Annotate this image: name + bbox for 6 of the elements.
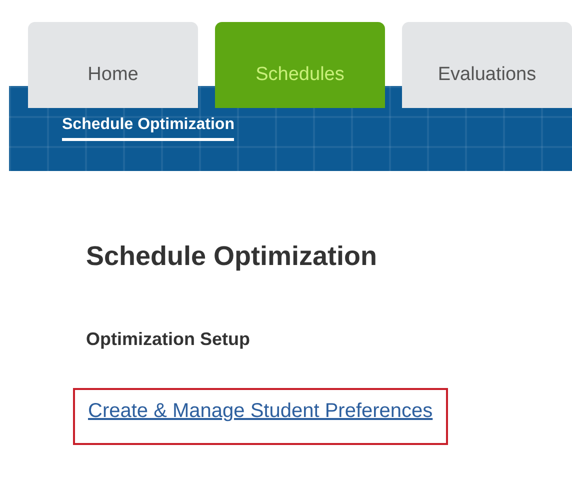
- preferences-link[interactable]: Create & Manage Student Preferences: [73, 388, 448, 445]
- section-heading: Optimization Setup: [86, 329, 251, 350]
- nav-tab[interactable]: Home: [28, 22, 198, 108]
- nav-tab[interactable]: Evaluations: [402, 22, 572, 108]
- page-title: Schedule Optimization: [86, 241, 378, 272]
- subnav-link[interactable]: Schedule Optimization: [62, 116, 234, 141]
